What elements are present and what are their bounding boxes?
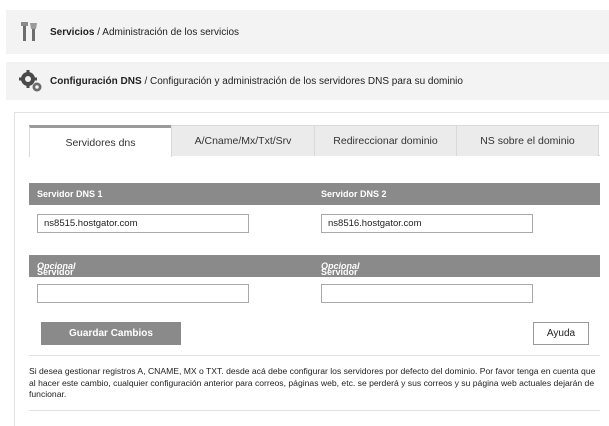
help-button[interactable]: Ayuda: [533, 322, 589, 345]
save-changes-button[interactable]: Guardar Cambios: [41, 322, 181, 345]
dns-panel: Servidores dns A/Cname/Mx/Txt/Srv Redire…: [14, 112, 609, 426]
breadcrumb: Servicios / Administración de los servic…: [50, 26, 239, 38]
dns3-input[interactable]: [37, 284, 249, 303]
tools-icon: [18, 19, 44, 45]
tab-servidores-dns[interactable]: Servidores dns: [29, 125, 172, 157]
services-breadcrumb-bar: Servicios / Administración de los servic…: [6, 10, 609, 54]
dns-optional-header: Servidor DNS 3 Opcional Servidor DNS 4 O…: [29, 255, 600, 287]
dns4-label-wrap: Servidor DNS 4 Opcional: [321, 261, 360, 287]
dns2-input[interactable]: [321, 214, 533, 233]
dns-primary-header: Servidor DNS 1 Servidor DNS 2: [29, 183, 600, 205]
tab-redirect-domain[interactable]: Redireccionar dominio: [314, 125, 457, 156]
dns3-label-wrap: Servidor DNS 3 Opcional: [37, 261, 76, 287]
info-text: Si desea gestionar registros A, CNAME, M…: [29, 366, 596, 399]
dns-config-title-bar: Configuración DNS / Configuración y admi…: [6, 62, 609, 100]
tab-ns-domain[interactable]: NS sobre el dominio: [456, 125, 599, 156]
breadcrumb-section: Servicios: [50, 26, 95, 38]
page-title-description: Configuración y administración de los se…: [150, 75, 463, 87]
dns2-label: Servidor DNS 2: [321, 189, 387, 199]
tab-bar: Servidores dns A/Cname/Mx/Txt/Srv Redire…: [29, 125, 600, 157]
divider: [29, 410, 600, 411]
breadcrumb-description: Administración de los servicios: [102, 26, 239, 38]
dns4-input[interactable]: [321, 284, 533, 303]
divider: [29, 355, 600, 356]
gears-icon: [18, 68, 44, 94]
dns1-label: Servidor DNS 1: [37, 189, 103, 199]
page-title-section: Configuración DNS: [50, 75, 142, 87]
dns1-input[interactable]: [37, 214, 249, 233]
page-title: Configuración DNS / Configuración y admi…: [50, 75, 463, 87]
tab-records[interactable]: A/Cname/Mx/Txt/Srv: [171, 125, 315, 156]
